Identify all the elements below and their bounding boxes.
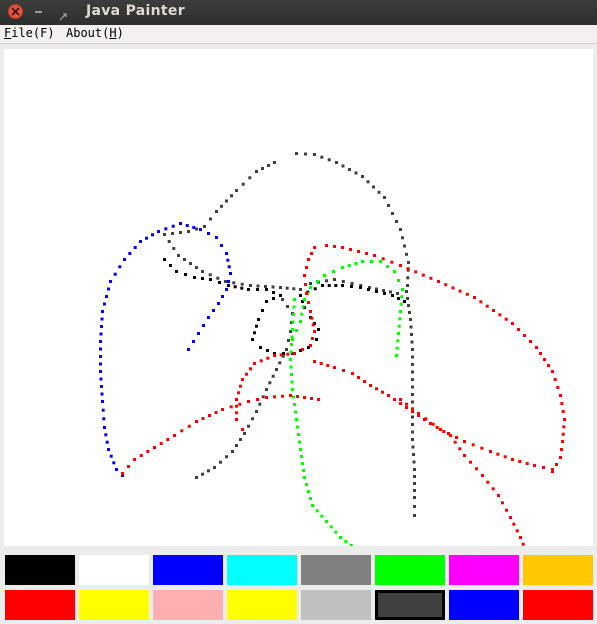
menu-about-label-end: ) xyxy=(116,26,124,40)
title-bar: Java Painter xyxy=(0,0,597,25)
menu-bar: File(F) About(H) xyxy=(0,25,597,44)
menu-about-label: About( xyxy=(66,26,110,40)
drawing-surface[interactable] xyxy=(4,49,593,546)
color-swatch-5[interactable] xyxy=(301,555,371,585)
color-swatch-11[interactable] xyxy=(153,590,223,620)
color-swatch-2[interactable] xyxy=(79,555,149,585)
color-swatch-10[interactable] xyxy=(79,590,149,620)
minimize-icon[interactable] xyxy=(35,11,42,13)
stroke-4 xyxy=(163,258,406,355)
stroke-1 xyxy=(163,152,410,295)
stroke-12 xyxy=(399,398,554,471)
color-swatch-7[interactable] xyxy=(449,555,519,585)
color-swatch-12[interactable] xyxy=(227,590,297,620)
stroke-9 xyxy=(325,244,566,473)
color-swatch-4[interactable] xyxy=(227,555,297,585)
color-swatch-9[interactable] xyxy=(5,590,75,620)
stroke-6 xyxy=(289,298,353,546)
color-swatch-15[interactable] xyxy=(449,590,519,620)
menu-about-mnemonic: H xyxy=(109,26,117,40)
stroke-2 xyxy=(195,298,294,479)
color-swatch-13[interactable] xyxy=(301,590,371,620)
color-swatch-8[interactable] xyxy=(523,555,593,585)
close-icon[interactable] xyxy=(8,4,23,19)
stroke-7 xyxy=(291,260,404,357)
window-title: Java Painter xyxy=(86,3,185,19)
drawing-canvas[interactable] xyxy=(4,49,593,546)
color-swatch-6[interactable] xyxy=(375,555,445,585)
menu-file-label: ile(F) xyxy=(11,26,55,40)
color-swatch-14[interactable] xyxy=(375,590,445,620)
menu-file[interactable]: File(F) xyxy=(4,26,55,40)
color-swatch-1[interactable] xyxy=(5,555,75,585)
maximize-icon[interactable] xyxy=(59,6,67,21)
color-swatch-3[interactable] xyxy=(153,555,223,585)
color-swatch-16[interactable] xyxy=(523,590,593,620)
stroke-8 xyxy=(235,246,316,431)
menu-about[interactable]: About(H) xyxy=(66,26,124,40)
